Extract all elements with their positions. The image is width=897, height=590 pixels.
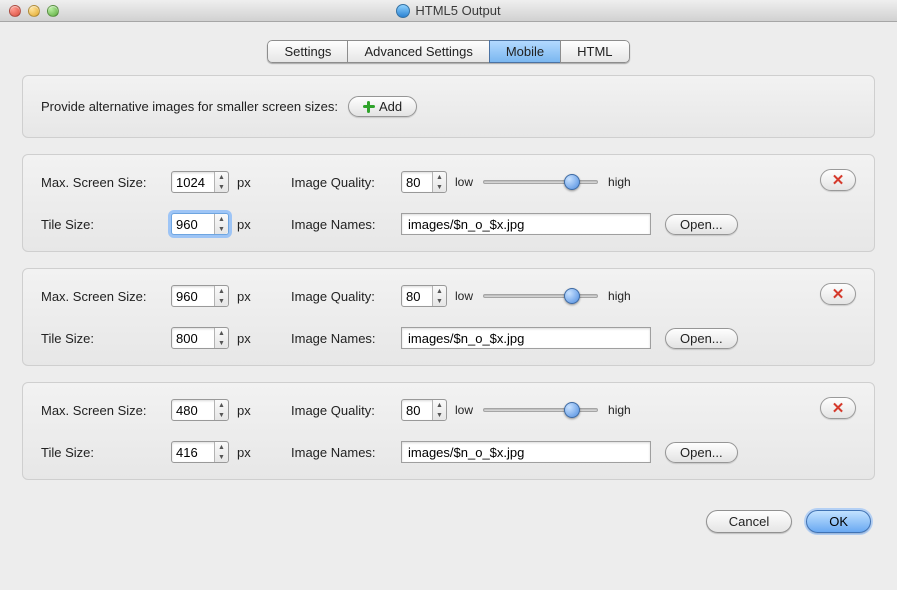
tile-size-input[interactable] xyxy=(172,442,214,462)
cancel-button[interactable]: Cancel xyxy=(706,510,792,533)
quality-low-label: low xyxy=(455,175,473,189)
image-names-input[interactable] xyxy=(401,327,651,349)
tab-bar: SettingsAdvanced SettingsMobileHTML xyxy=(0,40,897,63)
tile-size-stepper[interactable]: ▲▼ xyxy=(171,441,229,463)
delete-icon: ✕ xyxy=(832,399,845,417)
tile-size-input[interactable] xyxy=(172,214,214,234)
quality-slider[interactable] xyxy=(483,294,598,298)
stepper-arrows[interactable]: ▲▼ xyxy=(214,286,228,306)
stepper-arrows[interactable]: ▲▼ xyxy=(432,172,446,192)
tile-size-input[interactable] xyxy=(172,328,214,348)
quality-low-label: low xyxy=(455,289,473,303)
quality-low-label: low xyxy=(455,403,473,417)
tile-size-stepper[interactable]: ▲▼ xyxy=(171,327,229,349)
header-panel: Provide alternative images for smaller s… xyxy=(22,75,875,138)
plus-icon xyxy=(363,101,375,113)
image-quality-stepper[interactable]: ▲▼ xyxy=(401,171,447,193)
open-button[interactable]: Open... xyxy=(665,328,738,349)
unit-label: px xyxy=(237,175,261,190)
tab-mobile[interactable]: Mobile xyxy=(489,40,560,63)
stepper-arrows[interactable]: ▲▼ xyxy=(432,400,446,420)
image-quality-label: Image Quality: xyxy=(291,289,401,304)
unit-label: px xyxy=(237,289,261,304)
max-screen-size-label: Max. Screen Size: xyxy=(41,289,171,304)
entry-panel: ✕ Max. Screen Size: ▲▼ px Image Quality: ▲▼ lo… xyxy=(22,268,875,366)
image-quality-label: Image Quality: xyxy=(291,175,401,190)
stepper-arrows[interactable]: ▲▼ xyxy=(432,286,446,306)
entry-panel: ✕ Max. Screen Size: ▲▼ px Image Quality: ▲▼ lo… xyxy=(22,382,875,480)
header-label: Provide alternative images for smaller s… xyxy=(41,99,338,114)
tile-size-label: Tile Size: xyxy=(41,445,171,460)
max-screen-size-stepper[interactable]: ▲▼ xyxy=(171,171,229,193)
stepper-arrows[interactable]: ▲▼ xyxy=(214,328,228,348)
entry-panel: ✕ Max. Screen Size: ▲▼ px Image Quality: ▲▼ lo… xyxy=(22,154,875,252)
open-button[interactable]: Open... xyxy=(665,214,738,235)
window-titlebar: HTML5 Output xyxy=(0,0,897,22)
slider-thumb[interactable] xyxy=(564,402,580,418)
delete-icon: ✕ xyxy=(832,285,845,303)
unit-label: px xyxy=(237,331,261,346)
max-screen-size-label: Max. Screen Size: xyxy=(41,403,171,418)
image-names-label: Image Names: xyxy=(291,217,401,232)
image-names-input[interactable] xyxy=(401,213,651,235)
quality-high-label: high xyxy=(608,403,631,417)
add-button[interactable]: Add xyxy=(348,96,417,117)
image-quality-input[interactable] xyxy=(402,172,432,192)
tab-settings[interactable]: Settings xyxy=(267,40,347,63)
tile-size-label: Tile Size: xyxy=(41,331,171,346)
delete-icon: ✕ xyxy=(832,171,845,189)
max-screen-size-input[interactable] xyxy=(172,286,214,306)
max-screen-size-stepper[interactable]: ▲▼ xyxy=(171,399,229,421)
max-screen-size-stepper[interactable]: ▲▼ xyxy=(171,285,229,307)
image-names-input[interactable] xyxy=(401,441,651,463)
max-screen-size-input[interactable] xyxy=(172,172,214,192)
dialog-footer: Cancel OK xyxy=(0,496,897,533)
stepper-arrows[interactable]: ▲▼ xyxy=(214,442,228,462)
quality-slider[interactable] xyxy=(483,180,598,184)
image-quality-label: Image Quality: xyxy=(291,403,401,418)
tab-advanced-settings[interactable]: Advanced Settings xyxy=(347,40,488,63)
delete-button[interactable]: ✕ xyxy=(820,283,856,305)
stepper-arrows[interactable]: ▲▼ xyxy=(214,214,228,234)
quality-high-label: high xyxy=(608,175,631,189)
delete-button[interactable]: ✕ xyxy=(820,169,856,191)
tile-size-stepper[interactable]: ▲▼ xyxy=(171,213,229,235)
image-quality-input[interactable] xyxy=(402,286,432,306)
tile-size-label: Tile Size: xyxy=(41,217,171,232)
unit-label: px xyxy=(237,217,261,232)
unit-label: px xyxy=(237,403,261,418)
window-title: HTML5 Output xyxy=(0,3,897,18)
add-button-label: Add xyxy=(379,99,402,114)
stepper-arrows[interactable]: ▲▼ xyxy=(214,400,228,420)
ok-button[interactable]: OK xyxy=(806,510,871,533)
slider-thumb[interactable] xyxy=(564,288,580,304)
unit-label: px xyxy=(237,445,261,460)
stepper-arrows[interactable]: ▲▼ xyxy=(214,172,228,192)
image-names-label: Image Names: xyxy=(291,445,401,460)
image-names-label: Image Names: xyxy=(291,331,401,346)
quality-high-label: high xyxy=(608,289,631,303)
image-quality-stepper[interactable]: ▲▼ xyxy=(401,399,447,421)
quality-slider[interactable] xyxy=(483,408,598,412)
open-button[interactable]: Open... xyxy=(665,442,738,463)
image-quality-stepper[interactable]: ▲▼ xyxy=(401,285,447,307)
tab-html[interactable]: HTML xyxy=(560,40,629,63)
delete-button[interactable]: ✕ xyxy=(820,397,856,419)
app-icon xyxy=(396,4,410,18)
max-screen-size-input[interactable] xyxy=(172,400,214,420)
window-title-text: HTML5 Output xyxy=(415,3,500,18)
max-screen-size-label: Max. Screen Size: xyxy=(41,175,171,190)
slider-thumb[interactable] xyxy=(564,174,580,190)
image-quality-input[interactable] xyxy=(402,400,432,420)
